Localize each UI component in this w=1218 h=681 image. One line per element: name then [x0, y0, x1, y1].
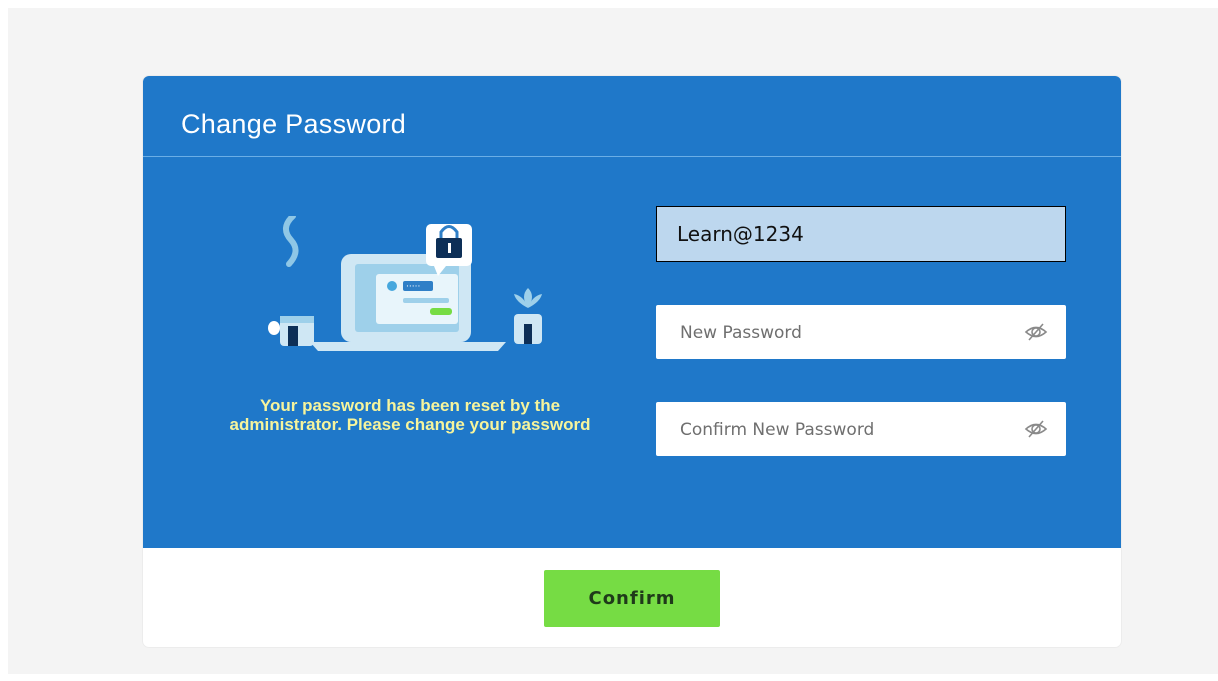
new-password-placeholder: New Password — [680, 323, 802, 343]
change-password-dialog: Change Password ····· Your password has … — [143, 76, 1121, 647]
dialog-header: Change Password — [143, 76, 1121, 157]
password-reset-message: Your password has been reset by the admi… — [229, 396, 591, 434]
confirm-button[interactable]: Confirm — [544, 570, 720, 627]
confirm-password-placeholder: Confirm New Password — [680, 420, 875, 440]
new-password-field[interactable]: New Password — [656, 305, 1066, 359]
confirm-password-field[interactable]: Confirm New Password — [656, 402, 1066, 456]
eye-slash-icon[interactable] — [1024, 417, 1048, 441]
dialog-blue-panel: Change Password ····· Your password has … — [143, 76, 1121, 548]
dialog-title: Change Password — [181, 109, 407, 139]
old-password-field[interactable]: Learn@1234 — [656, 206, 1066, 262]
eye-slash-icon[interactable] — [1024, 320, 1048, 344]
old-password-value: Learn@1234 — [677, 222, 804, 246]
laptop-lock-illustration: ····· — [268, 216, 542, 351]
svg-text:·····: ····· — [406, 282, 420, 292]
